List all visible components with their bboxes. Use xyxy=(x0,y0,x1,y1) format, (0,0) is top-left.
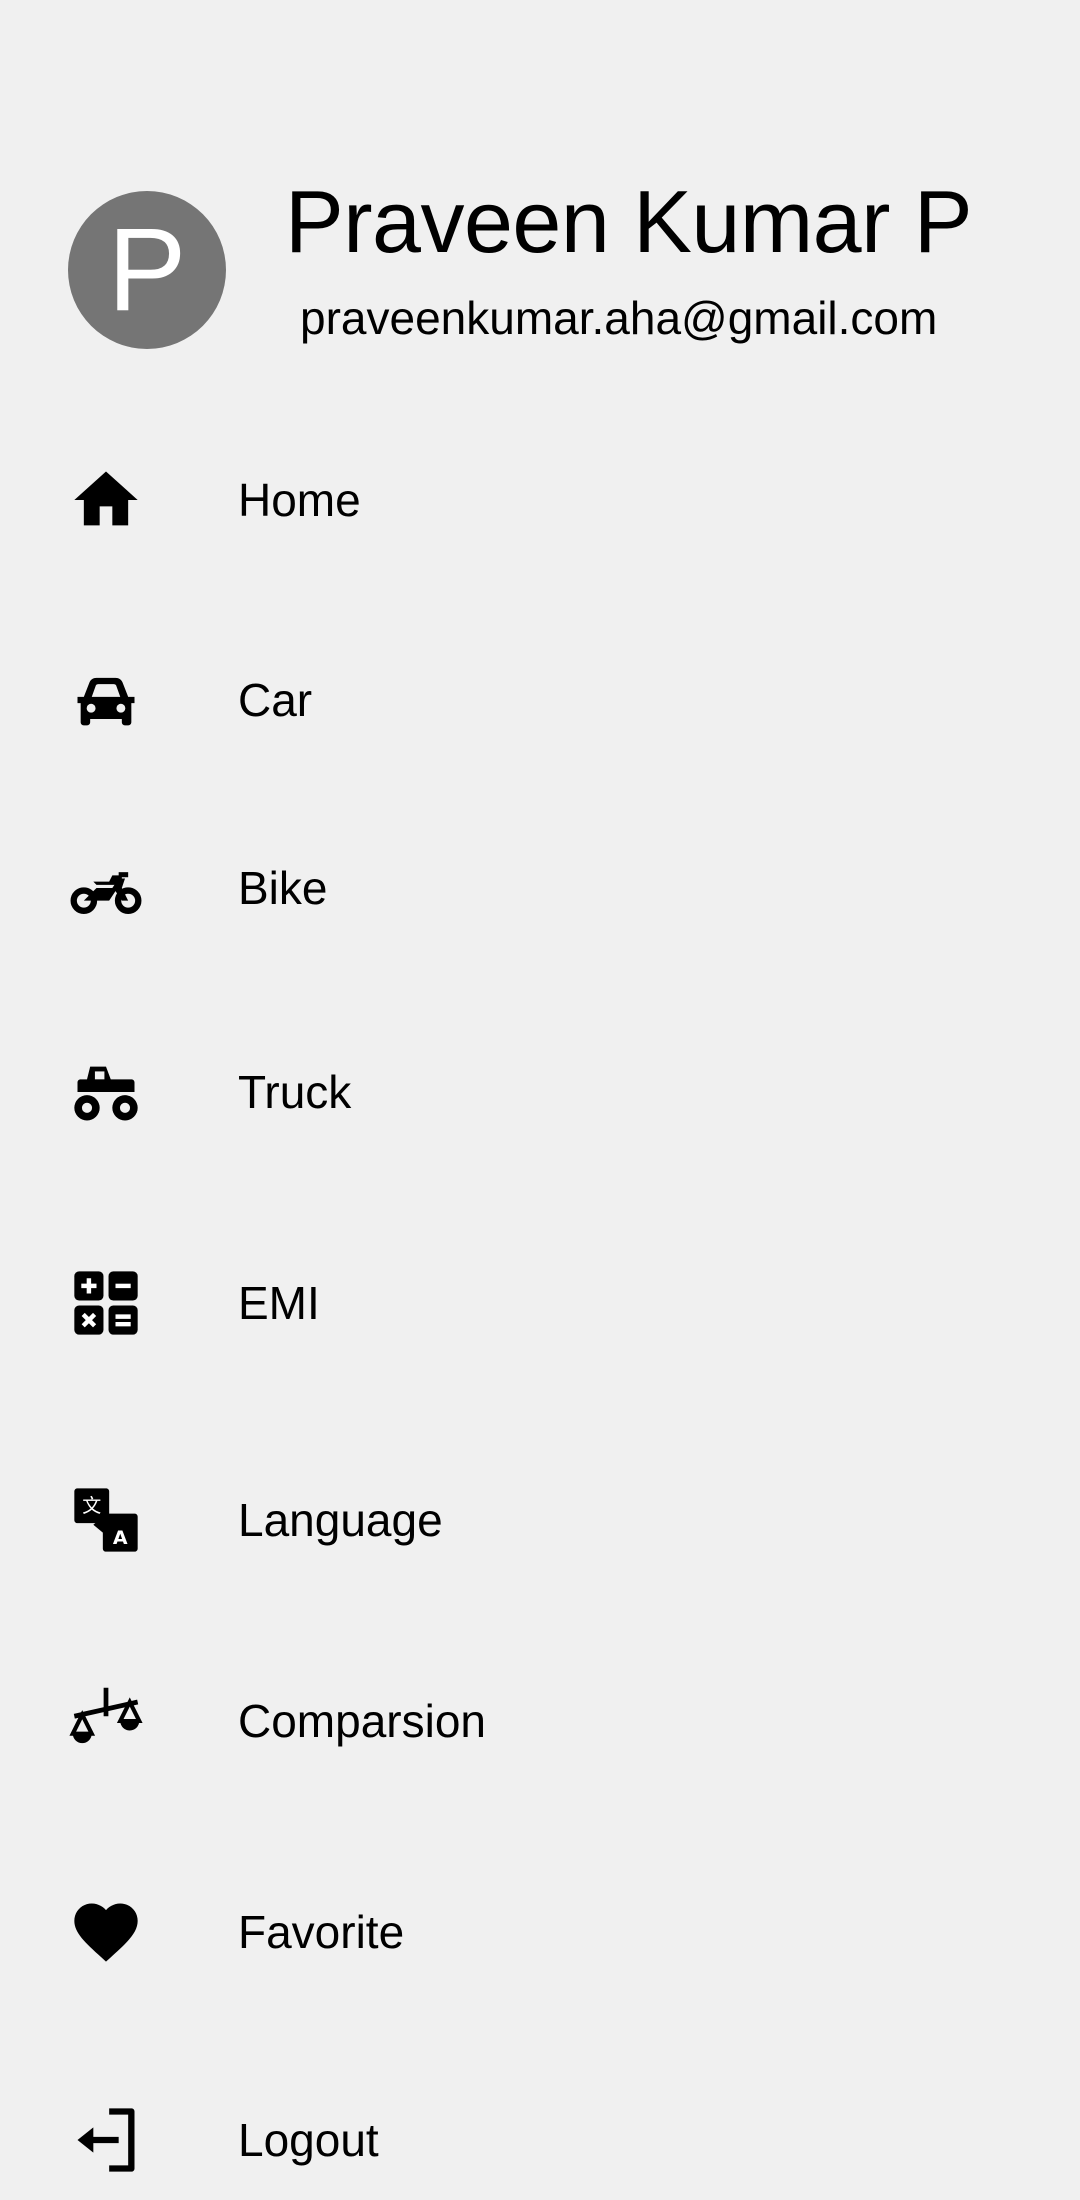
menu-item-label: Car xyxy=(238,674,313,726)
menu-item-logout[interactable]: Logout xyxy=(0,2080,1080,2200)
scale-balance-icon xyxy=(68,1683,144,1759)
menu-item-car[interactable]: Car xyxy=(0,640,1080,760)
drawer-header: P Praveen Kumar P praveenkumar.aha@gmail… xyxy=(0,0,1080,420)
monster-truck-icon xyxy=(68,1054,144,1130)
home-icon xyxy=(68,462,144,538)
menu-item-bike[interactable]: Bike xyxy=(0,828,1080,948)
motorcycle-icon xyxy=(68,850,144,926)
menu-item-label: Home xyxy=(238,474,361,526)
svg-text:A: A xyxy=(113,1527,128,1549)
menu-item-label: Logout xyxy=(238,2114,379,2166)
calculator-icon xyxy=(68,1265,144,1341)
logout-icon xyxy=(68,2102,144,2178)
svg-text:文: 文 xyxy=(82,1495,101,1517)
car-icon xyxy=(68,662,144,738)
menu-item-label: Comparsion xyxy=(238,1695,486,1747)
menu-item-label: Language xyxy=(238,1494,443,1546)
menu-item-label: EMI xyxy=(238,1277,320,1329)
menu-item-language[interactable]: 文 A Language xyxy=(0,1460,1080,1580)
user-email: praveenkumar.aha@gmail.com xyxy=(300,292,938,344)
menu-item-comparison[interactable]: Comparsion xyxy=(0,1661,1080,1781)
menu-item-label: Favorite xyxy=(238,1906,405,1958)
translate-icon: 文 A xyxy=(68,1482,144,1558)
menu-item-emi[interactable]: EMI xyxy=(0,1243,1080,1363)
heart-icon xyxy=(68,1894,144,1970)
avatar[interactable]: P xyxy=(68,191,226,349)
user-name: Praveen Kumar P xyxy=(285,172,973,271)
menu-item-truck[interactable]: Truck xyxy=(0,1032,1080,1152)
menu-item-label: Bike xyxy=(238,862,328,914)
avatar-letter: P xyxy=(107,204,187,336)
menu-item-label: Truck xyxy=(238,1066,352,1118)
menu-item-home[interactable]: Home xyxy=(0,440,1080,560)
menu-item-favorite[interactable]: Favorite xyxy=(0,1872,1080,1992)
